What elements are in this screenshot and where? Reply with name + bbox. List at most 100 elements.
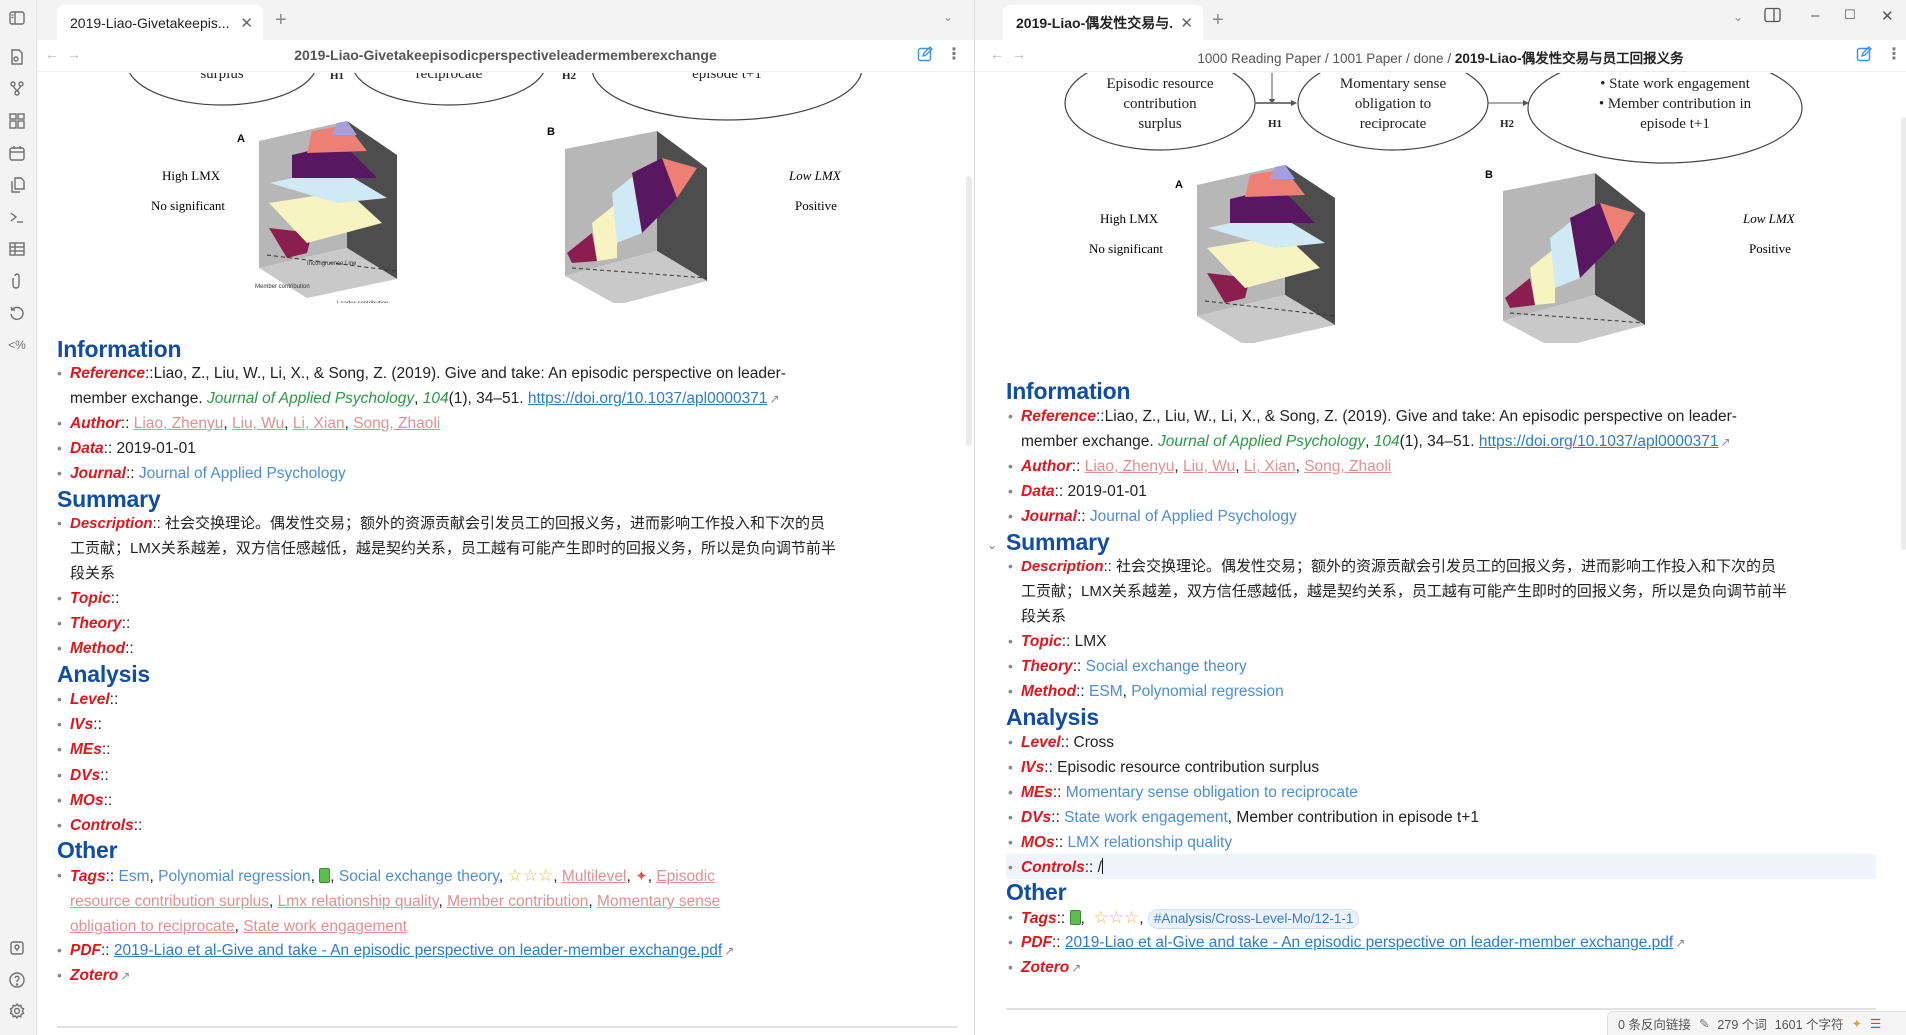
three-stars-icon[interactable]: ☆☆☆ — [508, 866, 554, 885]
green-book-icon[interactable] — [1069, 910, 1081, 925]
paperclip-icon[interactable] — [7, 271, 27, 291]
svg-text:No significant: No significant — [151, 198, 225, 213]
tag-link[interactable]: Esm — [119, 868, 150, 885]
svg-text:H2: H2 — [562, 73, 577, 82]
maximize-button[interactable]: ☐ — [1844, 7, 1856, 23]
sidebar-toggle-icon[interactable] — [7, 8, 27, 28]
method-link[interactable]: ESM — [1089, 683, 1123, 700]
close-window-button[interactable]: ✕ — [1881, 7, 1894, 25]
zotero-link[interactable]: Zotero — [70, 967, 118, 984]
dashboard-icon[interactable] — [7, 111, 27, 131]
dvs-link[interactable]: State work engagement — [1064, 809, 1228, 826]
property-zotero[interactable]: • Zotero ↗ — [57, 963, 131, 989]
svg-text:contribution: contribution — [1123, 96, 1197, 112]
terminal-icon[interactable] — [7, 207, 27, 227]
external-link-icon: ↗ — [120, 969, 131, 983]
breadcrumb: 1000 Reading Paper / 1001 Paper / done /… — [975, 47, 1906, 67]
copy-icon[interactable] — [7, 175, 27, 195]
table-icon[interactable] — [7, 239, 27, 259]
external-link-icon: ↗ — [724, 944, 735, 958]
outline-list-icon[interactable]: ☰ — [1870, 1016, 1881, 1031]
fold-chevron-icon[interactable]: ⌄ — [987, 538, 997, 552]
char-count: 1601 个字符 — [1774, 1018, 1844, 1032]
history-icon[interactable] — [7, 303, 27, 323]
author-link[interactable]: Liao, Zhenyu — [1085, 458, 1175, 475]
tag-link[interactable]: resource contribution surplus — [70, 893, 269, 910]
journal-link[interactable]: Journal of Applied Psychology — [1090, 508, 1297, 525]
left-nav-header: ← → 2019-Liao-Givetakeepisodicperspectiv… — [37, 40, 974, 72]
pdf-link[interactable]: 2019-Liao et al-Give and take - An episo… — [114, 942, 722, 959]
graph-icon[interactable] — [7, 79, 27, 99]
surface-plot-b: B Low LMX Positive — [547, 126, 842, 303]
linter-brush-icon[interactable]: ✦ — [1852, 1016, 1862, 1031]
zotero-link[interactable]: Zotero — [1021, 959, 1069, 976]
tag-link[interactable]: Multilevel — [562, 868, 627, 885]
right-scrollbar[interactable] — [1901, 117, 1906, 550]
help-icon[interactable] — [7, 970, 27, 990]
split-view-icon[interactable] — [1764, 7, 1781, 27]
tag-link[interactable]: State work engagement — [243, 918, 407, 935]
tag-link[interactable]: Lmx relationship quality — [278, 893, 439, 910]
heading-other: Other — [1006, 879, 1067, 905]
property-journal: • Journal:: Journal of Applied Psychology — [1008, 508, 1297, 525]
tab-liao-chinese[interactable]: 2019-Liao-偶发性交易与... ✕ — [1003, 5, 1203, 40]
mes-link[interactable]: Momentary sense obligation to reciprocat… — [1066, 784, 1358, 801]
theory-link[interactable]: Social exchange theory — [1086, 658, 1247, 675]
property-controls[interactable]: • Controls:: / — [1008, 855, 1103, 880]
more-options-icon[interactable]: ⋮ — [1886, 44, 1902, 64]
doi-link[interactable]: https://doi.org/10.1037/apl0000371 — [1479, 433, 1719, 450]
edit-icon[interactable] — [917, 46, 933, 62]
new-tab-button[interactable]: + — [1212, 9, 1224, 32]
author-link[interactable]: Li, Xian — [1244, 458, 1296, 475]
file-search-icon[interactable] — [7, 47, 27, 67]
heading-other: Other — [57, 837, 118, 863]
svg-text:• Member contribution in: • Member contribution in — [1599, 96, 1752, 112]
new-tab-button[interactable]: + — [275, 9, 287, 32]
tag-link[interactable]: Momentary sense — [597, 893, 720, 910]
author-link[interactable]: Liu, Wu — [232, 415, 284, 432]
property-tags: • Tags:: Esm, Polynomial regression, , So… — [57, 866, 721, 935]
author-link[interactable]: Song, Zhaoli — [353, 415, 440, 432]
green-book-icon[interactable] — [319, 868, 331, 883]
property-mes: • MEs:: — [57, 741, 111, 758]
method-link[interactable]: Polynomial regression — [1131, 683, 1284, 700]
svg-text:Positive: Positive — [1749, 241, 1791, 256]
settings-icon[interactable] — [7, 1001, 27, 1021]
template-icon[interactable]: <% — [7, 335, 27, 355]
tab-givetake[interactable]: 2019-Liao-Givetakeepis... ✕ — [57, 5, 263, 40]
tag-link[interactable]: Episodic — [656, 868, 715, 885]
heading-analysis: Analysis — [1006, 704, 1100, 730]
three-stars-icon[interactable]: ☆☆☆ — [1093, 908, 1139, 927]
tag-link[interactable]: Social exchange theory — [339, 868, 499, 885]
edit-icon[interactable] — [1856, 46, 1872, 62]
author-link[interactable]: Liao, Zhenyu — [134, 415, 224, 432]
calendar-icon[interactable] — [7, 143, 27, 163]
close-icon[interactable]: ✕ — [240, 14, 253, 32]
more-options-icon[interactable]: ⋮ — [946, 44, 962, 64]
author-link[interactable]: Liu, Wu — [1183, 458, 1235, 475]
tag-link[interactable]: Member contribution — [447, 893, 588, 910]
chevron-down-icon[interactable]: ⌄ — [943, 10, 953, 24]
pdf-link[interactable]: 2019-Liao et al-Give and take - An episo… — [1065, 934, 1673, 951]
vault-icon[interactable] — [7, 938, 27, 958]
author-link[interactable]: Song, Zhaoli — [1304, 458, 1391, 475]
tag-link[interactable]: Polynomial regression — [158, 868, 311, 885]
close-icon[interactable]: ✕ — [1180, 14, 1193, 32]
tag-link[interactable]: obligation to reciprocate — [70, 918, 235, 935]
mos-link[interactable]: LMX relationship quality — [1068, 834, 1233, 851]
left-scrollbar[interactable] — [966, 176, 972, 446]
journal-link[interactable]: Journal of Applied Psychology — [139, 465, 346, 482]
tag-pill[interactable]: #Analysis/Cross-Level-Mo/12-1-1 — [1147, 909, 1360, 929]
backlinks-count[interactable]: 0 条反向链接 — [1618, 1014, 1691, 1033]
svg-text:H2: H2 — [1500, 118, 1515, 130]
author-link[interactable]: Li, Xian — [293, 415, 345, 432]
pushpin-icon[interactable]: ✦ — [635, 868, 648, 885]
breadcrumb-path[interactable]: 1000 Reading Paper / 1001 Paper / done / — [1197, 51, 1454, 66]
heading-analysis: Analysis — [57, 661, 151, 687]
doi-link[interactable]: https://doi.org/10.1037/apl0000371 — [528, 390, 768, 407]
property-zotero[interactable]: • Zotero ↗ — [1008, 955, 1081, 981]
svg-text:A: A — [1175, 179, 1183, 191]
minimize-button[interactable]: – — [1811, 7, 1819, 24]
chevron-down-icon[interactable]: ⌄ — [1733, 10, 1743, 24]
surface-plot-b: B Low LMX Positive — [1485, 169, 1796, 343]
